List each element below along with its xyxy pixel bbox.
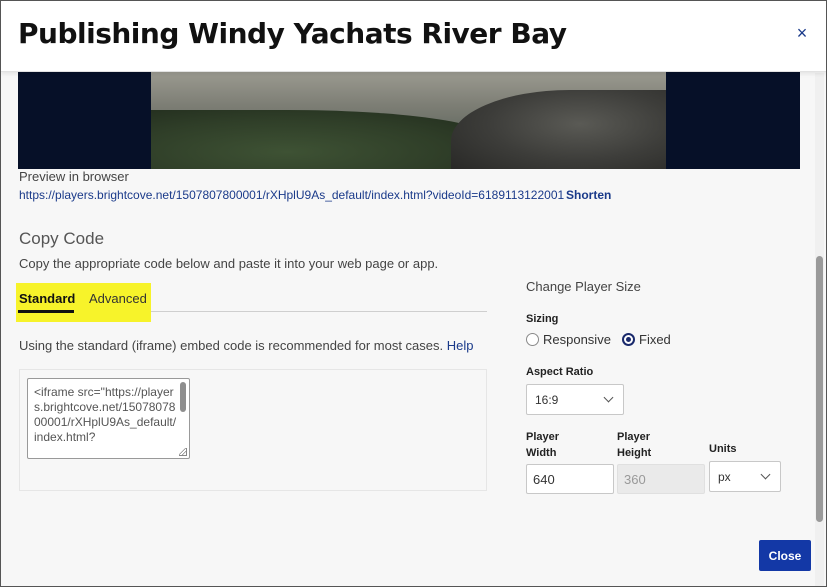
- player-width-input[interactable]: [526, 464, 614, 494]
- resize-handle-icon[interactable]: [179, 448, 187, 456]
- chevron-down-icon: [760, 469, 771, 480]
- copy-code-heading: Copy Code: [19, 229, 105, 248]
- iframe-note: Using the standard (iframe) embed code i…: [19, 338, 474, 353]
- units-value: px: [718, 470, 731, 484]
- copy-code-description: Copy the appropriate code below and past…: [19, 256, 439, 271]
- close-icon[interactable]: ×: [794, 24, 810, 42]
- fixed-radio[interactable]: [622, 333, 635, 346]
- tab-standard[interactable]: Standard: [19, 291, 75, 306]
- close-button[interactable]: Close: [759, 540, 811, 571]
- textarea-scrollbar[interactable]: [180, 382, 186, 412]
- shorten-link[interactable]: Shorten: [566, 188, 611, 202]
- preview-label: Preview in browser: [19, 169, 129, 184]
- aspect-ratio-select[interactable]: 16:9: [526, 384, 624, 415]
- tab-advanced[interactable]: Advanced: [89, 291, 147, 306]
- modal-header: Publishing Windy Yachats River Bay ×: [1, 1, 826, 72]
- units-select[interactable]: px: [709, 461, 781, 492]
- video-thumbnail: [151, 72, 666, 169]
- tabs-divider: [151, 311, 487, 312]
- publish-modal: Publishing Windy Yachats River Bay × Pre…: [0, 0, 827, 587]
- help-link[interactable]: Help: [447, 338, 474, 353]
- player-height-input: [617, 464, 705, 494]
- chevron-down-icon: [603, 392, 614, 403]
- aspect-ratio-label: Aspect Ratio: [526, 366, 594, 378]
- scrollbar-thumb[interactable]: [816, 256, 823, 522]
- responsive-label[interactable]: Responsive: [543, 332, 611, 347]
- modal-title: Publishing Windy Yachats River Bay: [18, 17, 567, 50]
- modal-scrollbar[interactable]: [815, 73, 824, 586]
- video-preview[interactable]: [18, 72, 800, 169]
- embed-code-textarea[interactable]: <iframe src="https://players.brightcove.…: [27, 378, 190, 459]
- preview-url-link[interactable]: https://players.brightcove.net/150780780…: [19, 188, 564, 202]
- change-player-size-heading: Change Player Size: [526, 279, 641, 294]
- aspect-ratio-value: 16:9: [535, 393, 559, 407]
- iframe-note-text: Using the standard (iframe) embed code i…: [19, 338, 444, 353]
- player-width-label: Player Width: [526, 431, 560, 459]
- active-tab-indicator: [18, 310, 74, 313]
- responsive-radio[interactable]: [526, 333, 539, 346]
- units-label: Units: [709, 443, 737, 455]
- player-height-label: Player Height: [617, 431, 652, 459]
- sizing-label: Sizing: [526, 313, 559, 325]
- embed-code-text: <iframe src="https://players.brightcove.…: [34, 385, 177, 444]
- fixed-label[interactable]: Fixed: [639, 332, 671, 347]
